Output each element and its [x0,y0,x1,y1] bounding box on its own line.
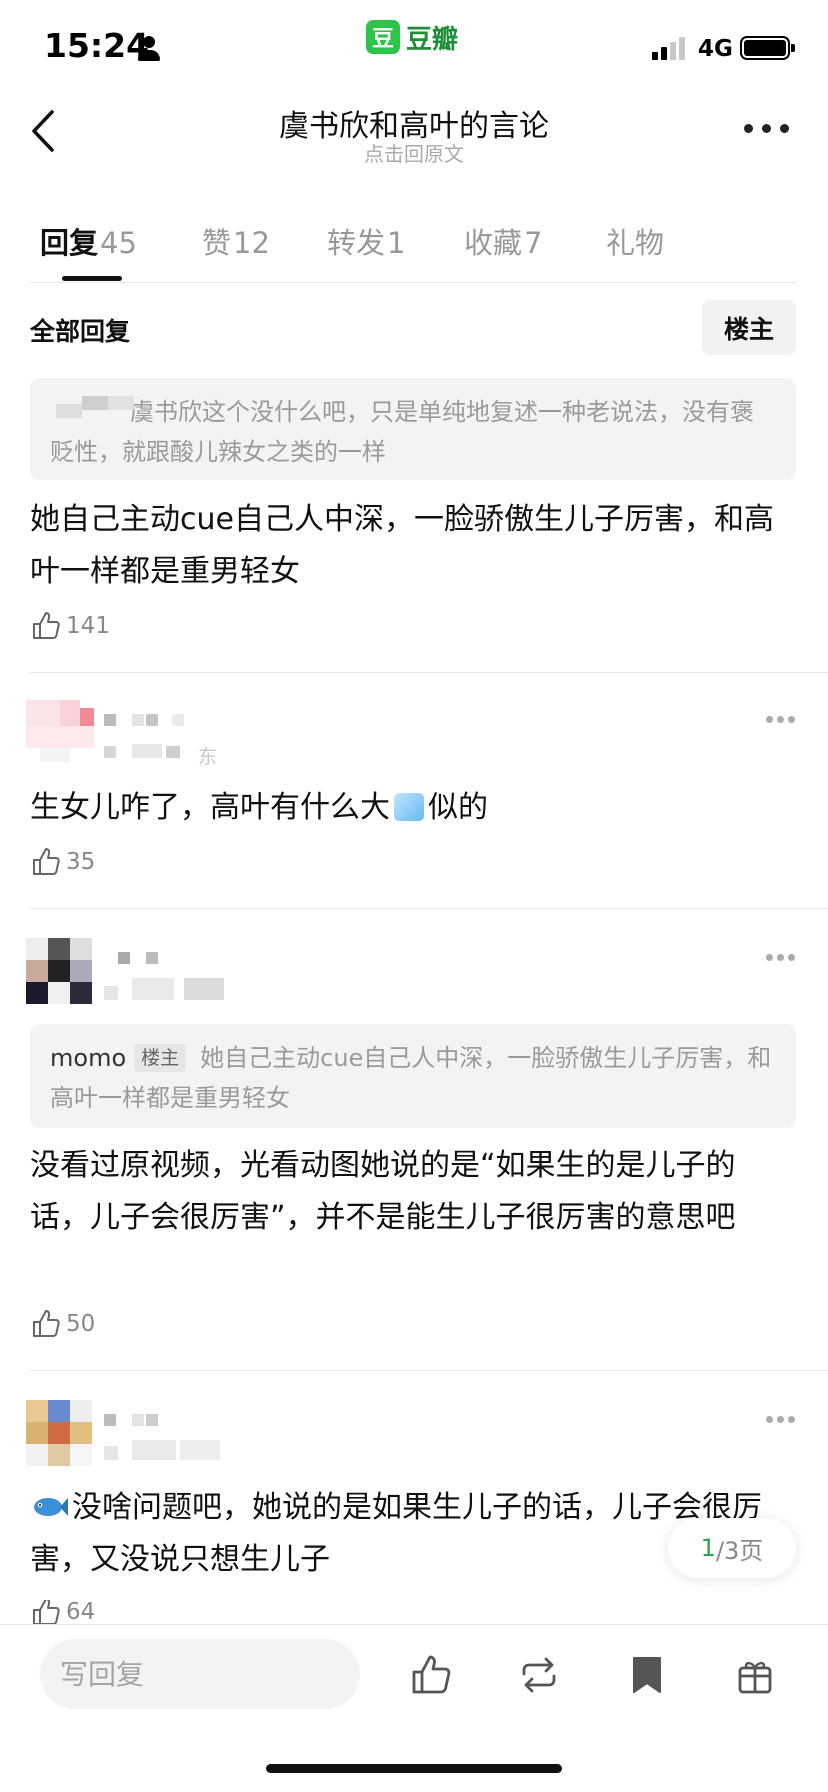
thumbs-up-icon [33,1310,60,1337]
tab-gifts[interactable]: 礼物 [606,220,666,262]
active-tab-indicator [62,276,122,281]
blurred-username [104,1412,174,1428]
op-only-toggle[interactable]: 楼主 [702,300,796,355]
blurred-username [118,950,178,966]
quoted-reply[interactable]: 虞书欣这个没什么吧，只是单纯地复述一种老说法，没有褒贬性，就跟酸儿辣女之类的一样 [30,378,796,480]
like-button[interactable]: 64 [30,1600,95,1624]
quoted-username: momo [50,1044,127,1072]
more-options-icon[interactable] [766,1416,796,1424]
app-name: 豆瓣 [406,24,459,55]
blurred-username [104,712,194,728]
location-label: 东 [198,746,218,768]
like-icon[interactable] [408,1652,454,1698]
thumbs-up-icon [33,848,60,875]
divider [30,908,828,909]
bookmark-icon[interactable] [624,1652,670,1698]
like-count: 141 [66,613,110,639]
person-icon [138,36,160,62]
divider [30,1370,828,1371]
blurred-username [56,396,136,418]
status-time: 15:24 [44,26,150,65]
comment-text: 没看过原视频，光看动图她说的是“如果生的是儿子的话，儿子会很厉害”，并不是能生儿… [30,1148,736,1235]
avatar[interactable] [26,700,94,762]
avatar[interactable] [26,938,92,1004]
blurred-meta [104,1440,224,1462]
home-indicator [266,1764,562,1773]
network-type: 4G [698,36,733,62]
signal-icon [652,36,688,60]
avatar[interactable] [26,1400,92,1466]
op-badge: 楼主 [134,1044,187,1072]
like-button[interactable]: 141 [30,610,110,642]
like-count: 50 [66,1311,96,1337]
comment-text: 她自己主动cue自己人中深，一脸骄傲生儿子厉害，和高叶一样都是重男轻女 [30,502,774,589]
blurred-meta [104,744,204,760]
tab-replies[interactable]: 回复45 [40,220,137,262]
thumbs-up-icon [33,612,60,639]
comment-text: 生女儿咋了，高叶有什么大 似的 [30,790,488,825]
back-to-original-link[interactable]: 点击回原文 [0,138,828,167]
divider [0,1624,828,1625]
douban-logo-icon: 豆 [366,20,400,54]
tab-collections[interactable]: 收藏7 [464,220,542,262]
tab-reshares[interactable]: 转发1 [327,220,405,262]
gift-icon[interactable] [732,1652,778,1698]
tab-likes[interactable]: 赞12 [202,220,270,262]
thumbs-up-icon [33,1600,60,1624]
page-indicator[interactable]: 1/3页 [668,1518,796,1578]
battery-icon [740,36,795,60]
blurred-meta [104,978,224,1002]
ice-cube-icon [394,793,424,821]
quoted-reply[interactable]: momo 楼主 她自己主动cue自己人中深，一脸骄傲生儿子厉害，和高叶一样都是重男轻… [30,1024,796,1128]
more-options-icon[interactable] [744,124,790,136]
app-badge[interactable]: 豆 豆瓣 [366,20,459,55]
more-options-icon[interactable] [766,954,796,962]
like-button[interactable]: 35 [30,846,95,878]
filter-all-replies[interactable]: 全部回复 [30,312,130,348]
reshare-icon[interactable] [516,1652,562,1698]
divider [30,282,796,283]
like-count: 35 [66,849,96,875]
like-count: 64 [66,1600,96,1624]
fish-icon [34,1498,68,1516]
current-page: 1 [700,1534,716,1562]
total-pages: /3页 [715,1536,764,1565]
more-options-icon[interactable] [766,716,796,724]
reply-input[interactable] [40,1639,360,1709]
like-button[interactable]: 50 [30,1308,95,1340]
divider [30,672,828,673]
